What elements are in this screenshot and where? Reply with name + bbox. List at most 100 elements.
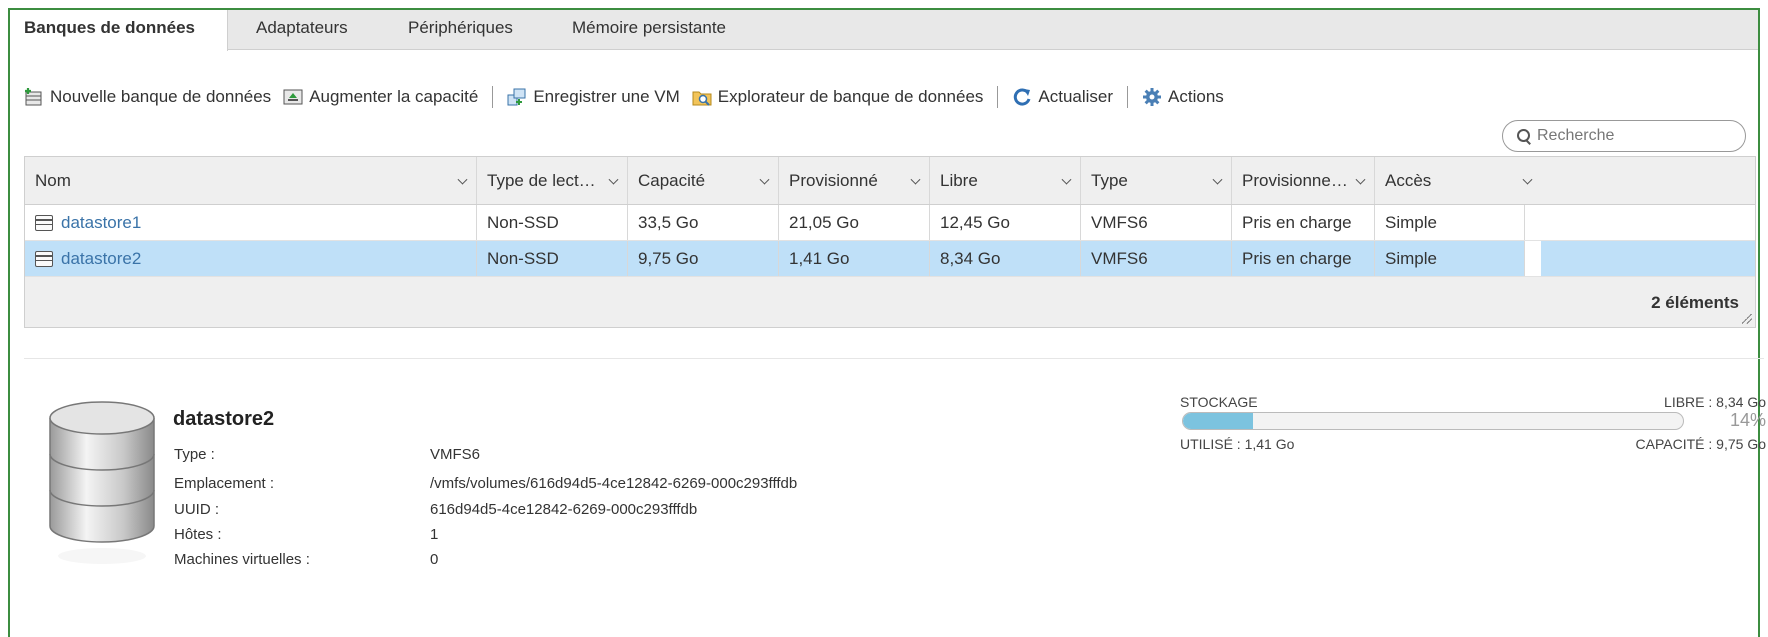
table-footer: 2 éléments <box>25 277 1755 327</box>
column-label: Nom <box>35 170 71 190</box>
table-cell: 9,75 Go <box>628 241 779 276</box>
column-header-drive-type[interactable]: Type de lect… <box>477 157 628 204</box>
chevron-down-icon[interactable] <box>1212 174 1223 185</box>
storage-progress-fill <box>1183 413 1253 429</box>
storage-free: LIBRE : 8,34 Go <box>1664 394 1766 410</box>
details-title: datastore2 <box>173 408 275 430</box>
table-cell: VMFS6 <box>1081 241 1232 276</box>
prop-value-type: VMFS6 <box>430 446 481 463</box>
column-header-thin-provisioning[interactable]: Provisionne… <box>1232 157 1375 204</box>
prop-value-uuid: 616d94d5-4ce12842-6269-000c293fffdb <box>430 501 698 518</box>
new-datastore-button[interactable]: Nouvelle banque de données <box>24 87 271 107</box>
increase-capacity-icon <box>283 87 303 107</box>
chevron-down-icon[interactable] <box>759 174 770 185</box>
refresh-button[interactable]: Actualiser <box>1012 87 1113 107</box>
table-cell: 21,05 Go <box>779 205 930 240</box>
chevron-down-icon[interactable] <box>1522 174 1533 185</box>
chevron-down-icon[interactable] <box>457 174 468 185</box>
actions-label: Actions <box>1168 87 1224 106</box>
column-header-capacity[interactable]: Capacité <box>628 157 779 204</box>
table-cell: VMFS6 <box>1081 205 1232 240</box>
prop-label-location: Emplacement : <box>174 475 275 492</box>
section-divider <box>24 358 1764 359</box>
column-header-access[interactable]: Accès <box>1375 157 1541 204</box>
toolbar: Nouvelle banque de données Augmenter la … <box>24 82 1236 112</box>
prop-label-vms: Machines virtuelles : <box>174 551 310 568</box>
datastore-browser-label: Explorateur de banque de données <box>717 87 984 106</box>
column-label: Type de lect… <box>487 170 596 190</box>
column-label: Provisionne… <box>1242 170 1348 190</box>
increase-capacity-label: Augmenter la capacité <box>309 87 479 106</box>
table-cell: Simple <box>1375 205 1525 240</box>
table-row[interactable]: datastore1 Non-SSD 33,5 Go 21,05 Go 12,4… <box>25 205 1755 241</box>
tab-adapters[interactable]: Adaptateurs <box>242 10 362 50</box>
tab-devices[interactable]: Périphériques <box>394 10 527 50</box>
tab-persistent-memory[interactable]: Mémoire persistante <box>558 10 740 50</box>
column-label: Provisionné <box>789 170 878 190</box>
table-cell: Pris en charge <box>1232 241 1375 276</box>
resize-grip-icon[interactable] <box>1742 314 1752 324</box>
actions-button[interactable]: Actions <box>1142 87 1224 107</box>
storage-capacity: CAPACITÉ : 9,75 Go <box>1635 436 1766 452</box>
table-cell: Non-SSD <box>477 241 628 276</box>
datastore-table: Nom Type de lect… Capacité Provisionné L… <box>24 156 1756 328</box>
tab-bar: Banques de données Adaptateurs Périphéri… <box>10 10 1758 51</box>
gear-icon <box>1142 87 1162 107</box>
app-frame: Banques de données Adaptateurs Périphéri… <box>8 8 1766 637</box>
refresh-icon <box>1012 87 1032 107</box>
table-cell-name[interactable]: datastore2 <box>25 241 477 276</box>
tab-datastores[interactable]: Banques de données <box>10 10 228 51</box>
item-count: 2 éléments <box>1651 293 1739 312</box>
storage-label: STOCKAGE <box>1180 394 1258 410</box>
column-label: Accès <box>1385 170 1432 190</box>
scrollbar[interactable] <box>1525 241 1541 276</box>
search-input[interactable]: Recherche <box>1502 120 1746 152</box>
table-cell: 12,45 Go <box>930 205 1081 240</box>
search-icon <box>1517 129 1531 143</box>
column-label: Libre <box>940 170 978 190</box>
table-row[interactable]: datastore2 Non-SSD 9,75 Go 1,41 Go 8,34 … <box>25 241 1755 277</box>
table-cell: 8,34 Go <box>930 241 1081 276</box>
column-header-name[interactable]: Nom <box>25 157 477 204</box>
chevron-down-icon[interactable] <box>1061 174 1072 185</box>
chevron-down-icon[interactable] <box>608 174 619 185</box>
storage-used: UTILISÉ : 1,41 Go <box>1180 436 1295 452</box>
storage-progress-bar <box>1182 412 1684 430</box>
toolbar-separator <box>492 86 494 108</box>
new-datastore-icon <box>24 87 44 107</box>
table-cell-name[interactable]: datastore1 <box>25 205 477 240</box>
column-header-free[interactable]: Libre <box>930 157 1081 204</box>
prop-value-hosts: 1 <box>430 526 439 543</box>
table-cell: Pris en charge <box>1232 205 1375 240</box>
search-placeholder: Recherche <box>1537 127 1615 144</box>
table-cell: Non-SSD <box>477 205 628 240</box>
datastore-browser-button[interactable]: Explorateur de banque de données <box>692 87 984 107</box>
table-cell: Simple <box>1375 241 1525 276</box>
refresh-label: Actualiser <box>1038 87 1114 106</box>
chevron-down-icon[interactable] <box>1355 174 1366 185</box>
datastore-icon <box>35 214 53 231</box>
register-vm-button[interactable]: Enregistrer une VM <box>507 87 680 107</box>
prop-label-hosts: Hôtes : <box>174 526 222 543</box>
column-label: Type <box>1091 170 1128 190</box>
database-icon <box>49 401 155 564</box>
storage-percent: 14% <box>1729 410 1766 430</box>
register-vm-label: Enregistrer une VM <box>533 87 680 106</box>
increase-capacity-button[interactable]: Augmenter la capacité <box>283 87 478 107</box>
table-cell: 33,5 Go <box>628 205 779 240</box>
datastore-link[interactable]: datastore2 <box>61 249 141 269</box>
prop-value-location: /vmfs/volumes/616d94d5-4ce12842-6269-000… <box>430 475 798 492</box>
column-header-type[interactable]: Type <box>1081 157 1232 204</box>
scrollbar[interactable] <box>1525 205 1541 240</box>
register-vm-icon <box>507 87 527 107</box>
prop-label-uuid: UUID : <box>174 501 219 518</box>
chevron-down-icon[interactable] <box>910 174 921 185</box>
column-header-provisioned[interactable]: Provisionné <box>779 157 930 204</box>
toolbar-separator <box>997 86 999 108</box>
prop-label-type: Type : <box>174 446 215 463</box>
toolbar-separator <box>1127 86 1129 108</box>
datastore-icon <box>35 250 53 267</box>
datastore-link[interactable]: datastore1 <box>61 213 141 233</box>
table-header: Nom Type de lect… Capacité Provisionné L… <box>25 157 1755 205</box>
new-datastore-label: Nouvelle banque de données <box>50 87 272 106</box>
